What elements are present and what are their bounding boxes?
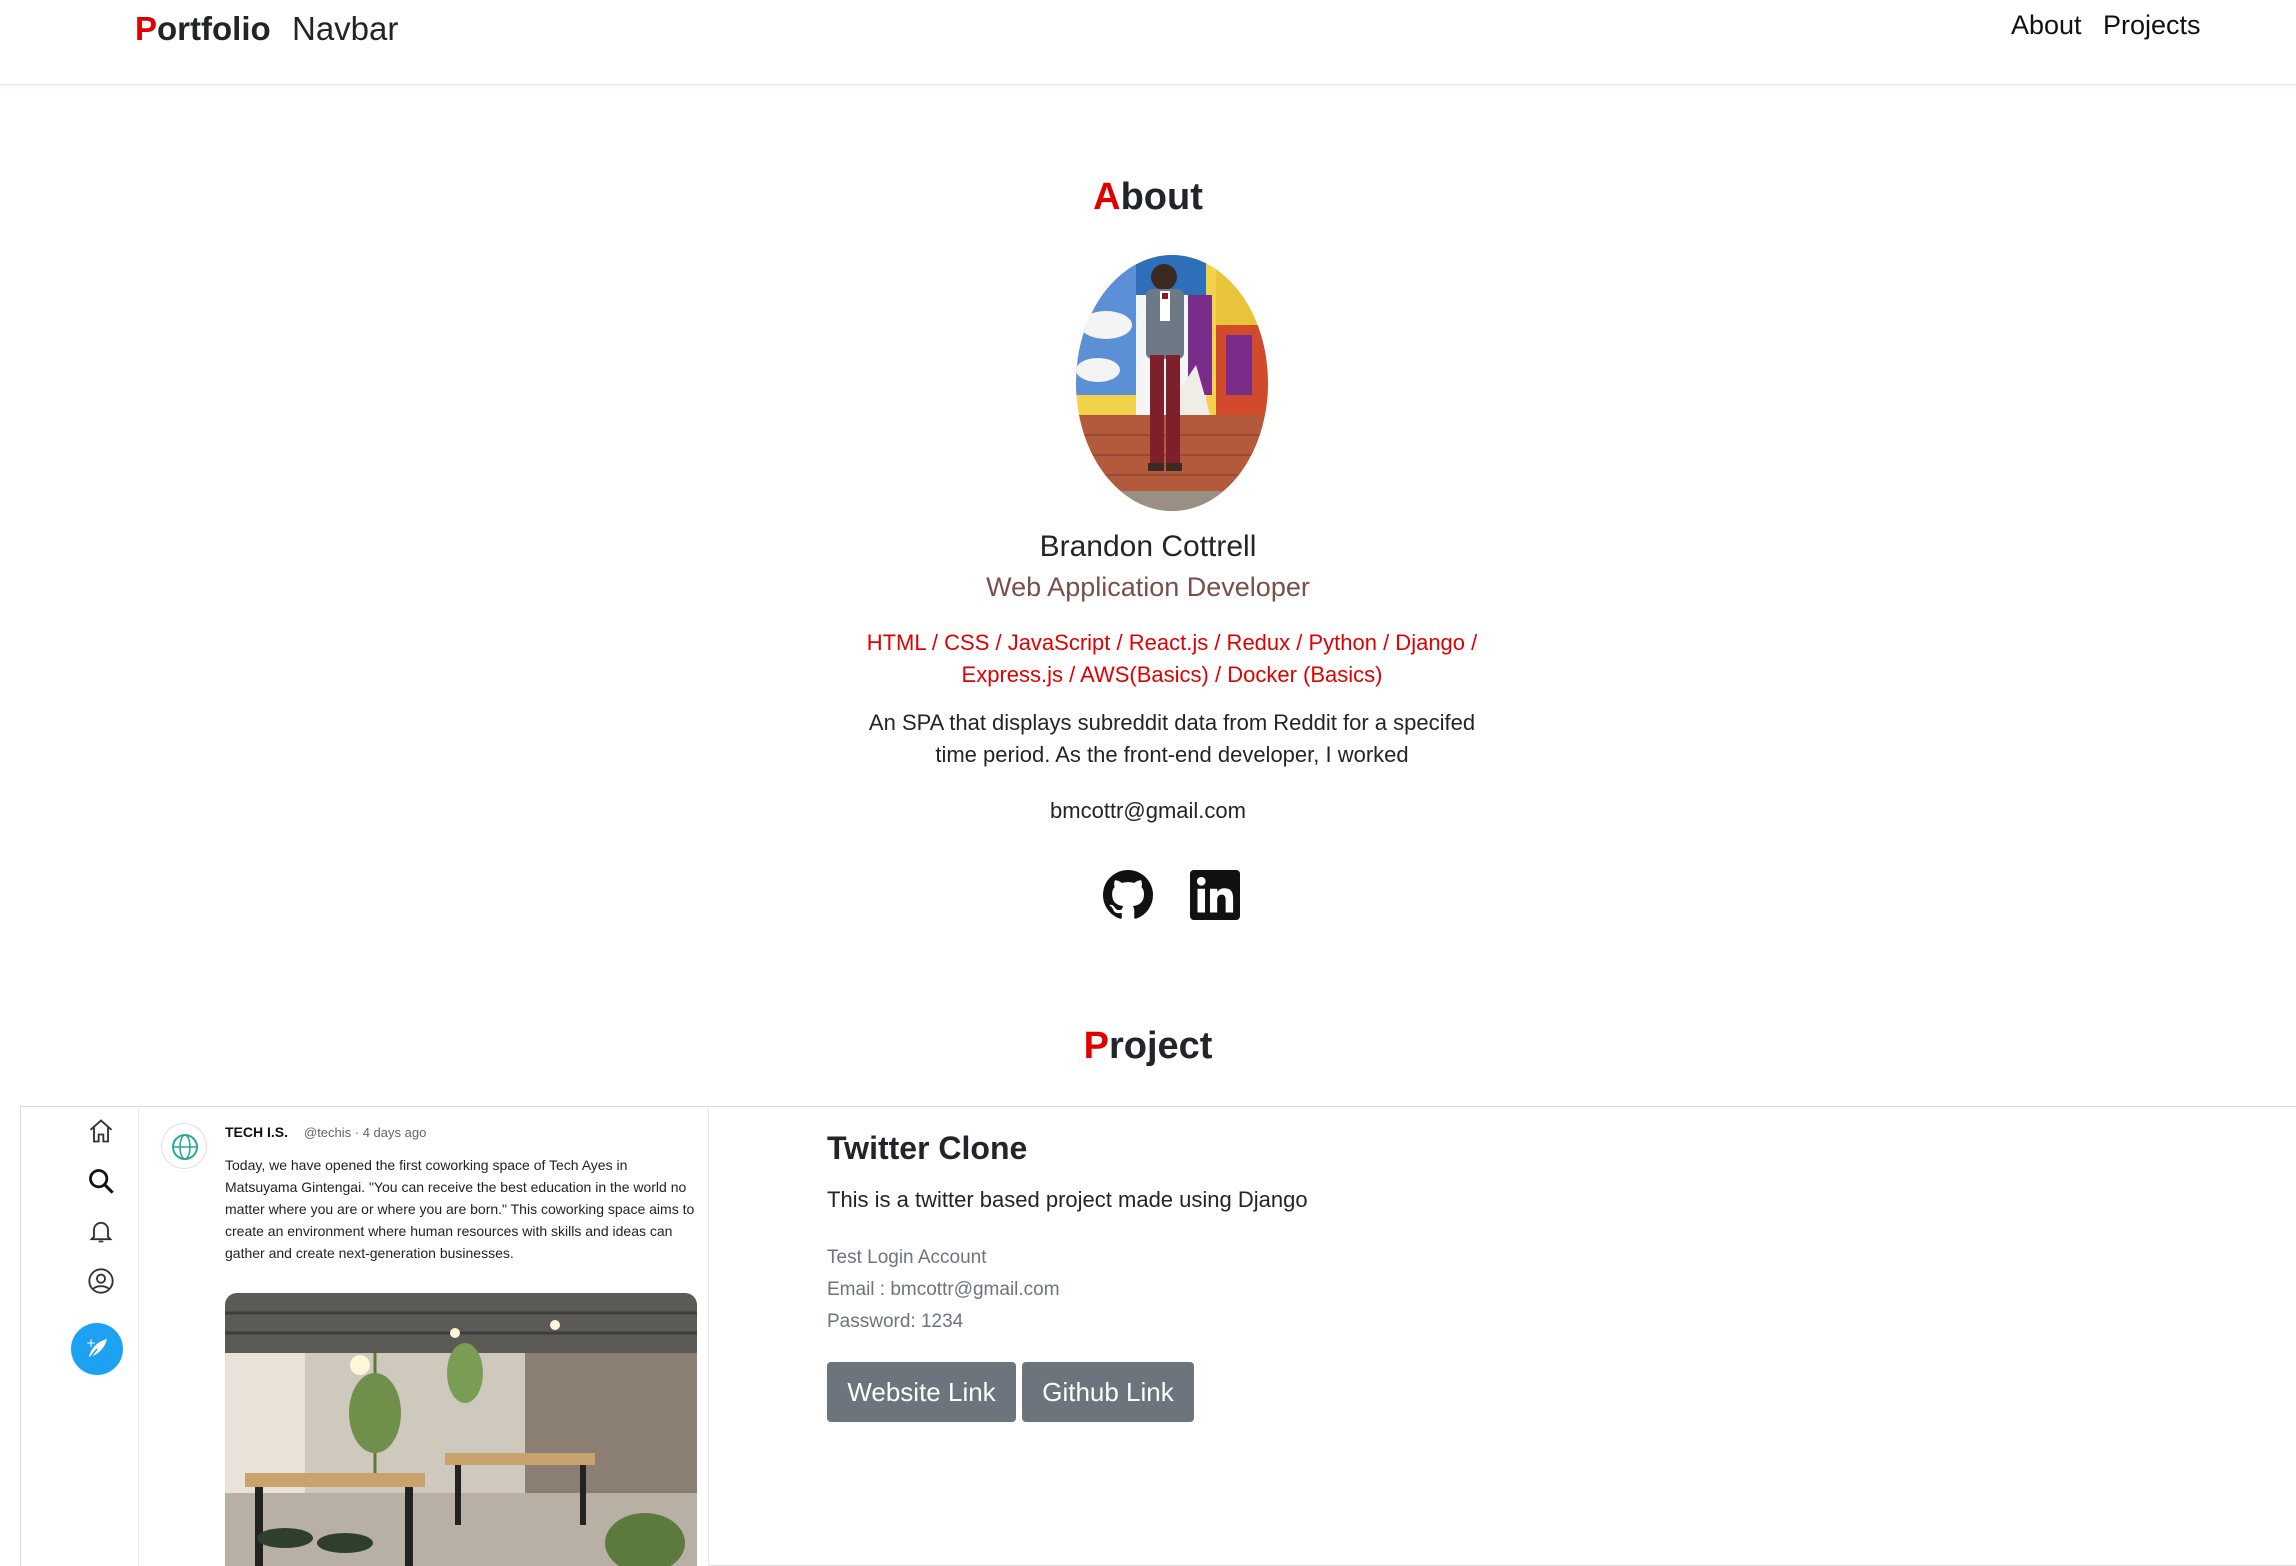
brand-logo[interactable]: Portfolio (135, 10, 271, 48)
project-heading: Project (0, 1025, 2296, 1068)
compose-icon: + (71, 1323, 123, 1375)
brand-first-letter: P (135, 10, 158, 47)
tweet-body: Today, we have opened the first coworkin… (225, 1157, 695, 1261)
nav-link-projects[interactable]: Projects (2103, 10, 2201, 41)
profile-photo (1076, 255, 1268, 511)
about-heading-rest: bout (1120, 176, 1203, 218)
profile-name: Brandon Cottrell (1039, 530, 1257, 563)
brand-rest: ortfolio (157, 10, 271, 47)
github-icon[interactable] (1103, 870, 1153, 920)
profile-icon (88, 1268, 114, 1294)
search-icon (89, 1169, 114, 1194)
brand-subtitle: Navbar (292, 10, 399, 47)
home-icon (89, 1119, 113, 1143)
website-link-button[interactable]: Website Link (827, 1362, 1016, 1422)
navbar: Portfolio Navbar About Projects (0, 0, 2296, 85)
tweet-avatar (161, 1123, 207, 1169)
project-card: + TECH I.S. @techis · 4 days ago Today, … (20, 1106, 2296, 1566)
login-email: Email : bmcottr@gmail.com (827, 1279, 1060, 1300)
project-heading-rest: roject (1108, 1025, 1213, 1067)
login-heading: Test Login Account (827, 1247, 987, 1268)
tweet-account-name-text: TECH I.S. (225, 1124, 289, 1140)
screenshot-sidebar: + (21, 1107, 139, 1566)
about-heading-first-letter: A (1093, 176, 1121, 218)
bell-icon (89, 1221, 113, 1243)
profile-role: Web Application Developer (986, 572, 1310, 602)
about-heading: About (0, 176, 2296, 219)
project-screenshot: + TECH I.S. @techis · 4 days ago Today, … (21, 1107, 709, 1566)
linkedin-icon[interactable] (1190, 870, 1240, 920)
skills-list: HTML / CSS / JavaScript / React.js / Red… (866, 630, 1478, 687)
project-heading-first-letter: P (1083, 1025, 1109, 1067)
svg-text:+: + (86, 1336, 96, 1350)
project-title: Twitter Clone (827, 1130, 1028, 1166)
project-description: This is a twitter based project made usi… (827, 1187, 1308, 1212)
profile-description: An SPA that displays subreddit data from… (868, 710, 1476, 767)
nav-link-about[interactable]: About (2011, 10, 2082, 41)
login-password: Password: 1234 (827, 1311, 964, 1332)
github-link-button[interactable]: Github Link (1022, 1362, 1194, 1422)
tweet-photo (225, 1293, 697, 1566)
tweet-meta: @techis · 4 days ago (304, 1125, 427, 1140)
profile-email: bmcottr@gmail.com (1050, 798, 1246, 823)
tweet-account-name: TECH I.S. (225, 1124, 288, 1140)
